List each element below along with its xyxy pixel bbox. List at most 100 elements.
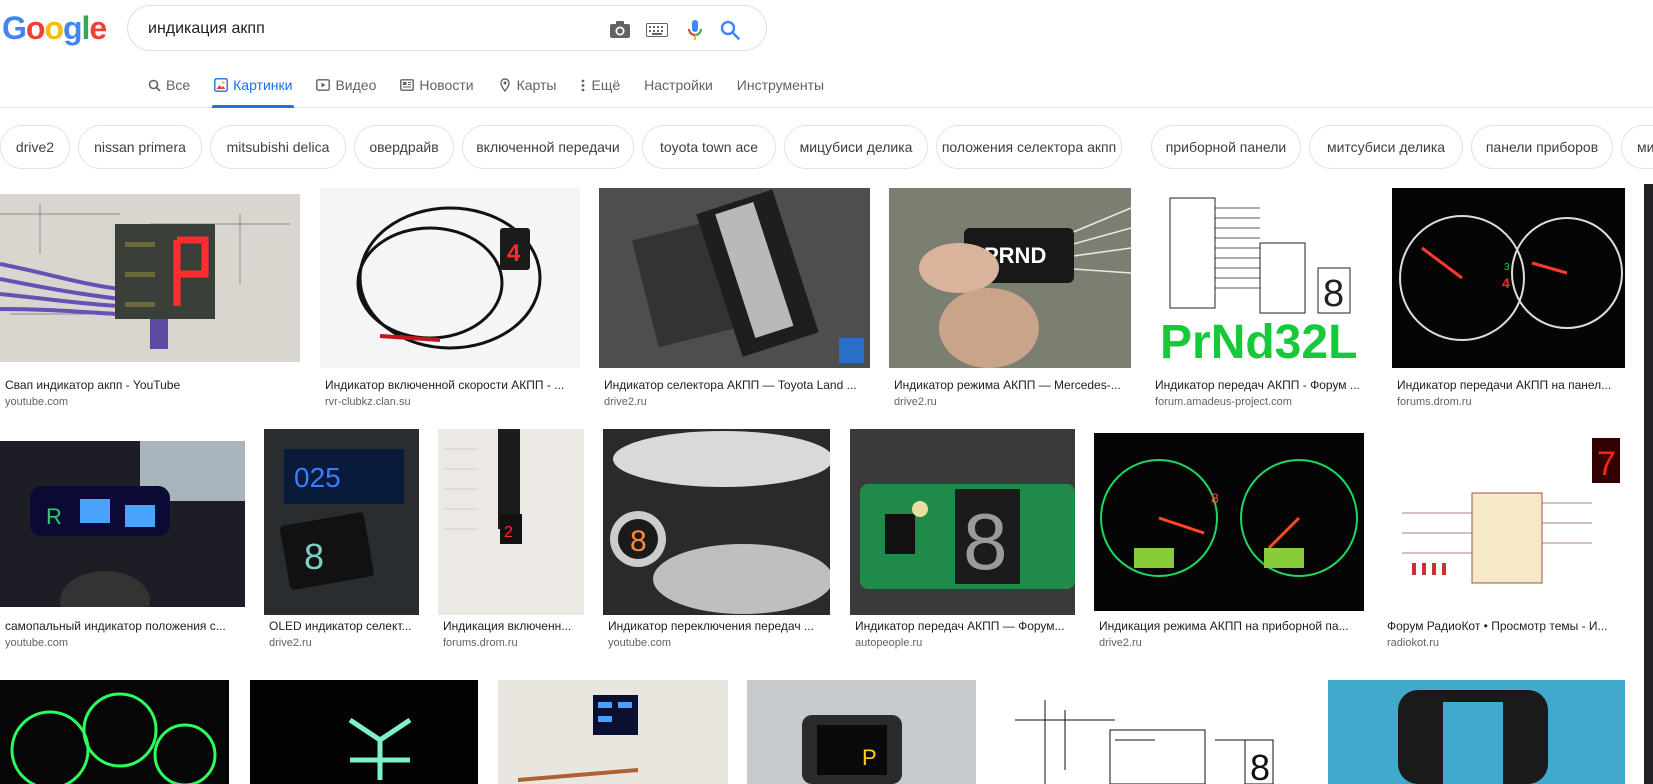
result-caption: Индикатор включенной скорости АКПП - ... — [325, 378, 565, 392]
search-box — [127, 5, 767, 51]
chip[interactable]: включенной передачи — [462, 125, 634, 169]
tab-label: Карты — [516, 77, 557, 93]
tab-maps[interactable]: Карты — [498, 68, 557, 108]
logo-letter: l — [81, 10, 91, 46]
result-caption: Индикация включенн... — [443, 619, 572, 633]
result-card[interactable] — [1328, 680, 1625, 784]
result-thumbnail[interactable]: 8 — [995, 680, 1309, 784]
result-card[interactable]: P — [747, 680, 976, 784]
search-icon — [147, 78, 161, 92]
result-card[interactable]: 8 PrNd32L Индикатор передач АКПП - Форум… — [1150, 184, 1373, 414]
result-thumbnail[interactable] — [0, 194, 300, 362]
logo-letter: o — [25, 10, 46, 46]
tab-all[interactable]: Все — [147, 68, 190, 108]
result-caption: Индикатор передач АКПП - Форум ... — [1155, 378, 1360, 392]
result-card[interactable]: 025 8 OLED индикатор селект... drive2.ru — [264, 429, 419, 659]
result-thumbnail[interactable]: P — [747, 680, 976, 784]
result-thumbnail[interactable]: 7 — [1382, 433, 1625, 611]
video-icon — [316, 78, 331, 92]
chip[interactable]: мицубиси делика — [784, 125, 928, 169]
result-card[interactable]: R самопальный индикатор положения с... y… — [0, 429, 245, 659]
svg-text:8: 8 — [1323, 273, 1344, 315]
chip[interactable]: drive2 — [0, 125, 70, 169]
svg-text:4: 4 — [507, 240, 521, 267]
tab-label: Все — [166, 77, 191, 93]
tab-settings[interactable]: Настройки — [644, 68, 713, 108]
result-caption: Индикатор режима АКПП — Mercedes-... — [894, 378, 1121, 392]
search-input[interactable] — [148, 18, 588, 40]
chip[interactable]: ми — [1621, 125, 1653, 169]
tab-more[interactable]: Ещё — [580, 68, 620, 108]
result-card[interactable]: 2 Индикация включенн... forums.drom.ru — [438, 429, 584, 659]
result-thumbnail[interactable]: 8 PrNd32L — [1150, 188, 1373, 368]
chip[interactable]: mitsubishi delica — [210, 125, 346, 169]
result-card[interactable]: 8 Индикатор переключения передач ... you… — [603, 429, 830, 659]
result-thumbnail[interactable]: R — [0, 441, 245, 607]
result-thumbnail[interactable] — [0, 680, 229, 784]
result-thumbnail[interactable] — [250, 680, 478, 784]
google-logo[interactable]: Google — [2, 10, 107, 47]
result-card[interactable] — [498, 680, 728, 784]
chip[interactable]: овердрайв — [354, 125, 454, 169]
result-card[interactable]: 8 Индикация режима АКПП на приборной па.… — [1094, 429, 1364, 659]
microphone-icon[interactable] — [683, 18, 707, 42]
svg-text:8: 8 — [304, 536, 324, 577]
svg-text:7: 7 — [1597, 445, 1616, 483]
result-card[interactable] — [0, 680, 229, 784]
result-card[interactable] — [250, 680, 478, 784]
result-thumbnail[interactable]: 8 — [603, 429, 830, 615]
tab-video[interactable]: Видео — [316, 68, 376, 108]
chip[interactable]: nissan primera — [78, 125, 202, 169]
search-icon[interactable] — [718, 18, 742, 42]
result-thumbnail[interactable] — [498, 680, 728, 784]
result-card[interactable]: 4 3 Индикатор передачи АКПП на панел... … — [1392, 184, 1625, 414]
result-caption: Индикация режима АКПП на приборной па... — [1099, 619, 1349, 633]
result-caption: самопальный индикатор положения с... — [5, 619, 226, 633]
svg-text:3: 3 — [1504, 262, 1510, 273]
result-thumbnail[interactable]: PRND — [889, 188, 1131, 368]
result-source: forums.drom.ru — [443, 637, 518, 649]
tab-tools[interactable]: Инструменты — [737, 68, 824, 108]
result-source: drive2.ru — [894, 396, 937, 408]
result-card[interactable]: 7 Форум РадиоКот • Просмотр темы - И... … — [1382, 429, 1625, 659]
result-source: forum.amadeus-project.com — [1155, 396, 1292, 408]
result-source: youtube.com — [5, 396, 68, 408]
tab-images[interactable]: Картинки — [212, 68, 295, 108]
result-thumbnail[interactable] — [1328, 680, 1625, 784]
chip[interactable]: приборной панели — [1151, 125, 1301, 169]
result-card[interactable]: Свап индикатор акпп - YouTube youtube.co… — [0, 184, 300, 414]
result-card[interactable]: 8 — [995, 680, 1309, 784]
tab-news[interactable]: Новости — [400, 68, 474, 108]
result-card[interactable]: Индикатор селектора АКПП — Toyota Land .… — [599, 184, 870, 414]
chip[interactable]: митсубиси делика — [1309, 125, 1463, 169]
result-thumbnail[interactable] — [599, 188, 870, 368]
result-source: drive2.ru — [1099, 637, 1142, 649]
result-thumbnail[interactable]: 8 — [850, 429, 1075, 615]
svg-text:8: 8 — [963, 497, 1008, 586]
keyboard-icon[interactable] — [645, 18, 669, 42]
result-card[interactable]: PRND Индикатор режима АКПП — Mercedes-..… — [889, 184, 1131, 414]
chip[interactable]: панели приборов — [1471, 125, 1613, 169]
result-thumbnail[interactable]: 8 — [1094, 433, 1364, 611]
scrollbar[interactable] — [1644, 184, 1653, 784]
svg-text:P: P — [862, 745, 877, 770]
header: Google Все Картинки Видео — [0, 0, 1653, 108]
result-thumbnail[interactable]: 2 — [438, 429, 584, 615]
camera-icon[interactable] — [608, 18, 632, 42]
result-caption: OLED индикатор селект... — [269, 619, 412, 633]
svg-text:PrNd32L: PrNd32L — [1160, 316, 1357, 368]
result-card[interactable]: 4 Индикатор включенной скорости АКПП - .… — [320, 184, 580, 414]
result-thumbnail[interactable]: 4 3 — [1392, 188, 1625, 368]
result-thumbnail[interactable]: 025 8 — [264, 429, 419, 615]
image-results-grid: Свап индикатор акпп - YouTube youtube.co… — [0, 184, 1653, 784]
result-source: drive2.ru — [269, 637, 312, 649]
tab-label: Настройки — [644, 77, 713, 93]
svg-text:8: 8 — [630, 525, 647, 558]
chip[interactable]: положения селектора акпп — [936, 125, 1122, 169]
svg-text:2: 2 — [504, 524, 513, 541]
chip[interactable]: toyota town ace — [642, 125, 776, 169]
result-source: youtube.com — [608, 637, 671, 649]
result-caption: Индикатор передачи АКПП на панел... — [1397, 378, 1612, 392]
result-card[interactable]: 8 Индикатор передач АКПП — Форум... auto… — [850, 429, 1075, 659]
result-thumbnail[interactable]: 4 — [320, 188, 580, 368]
